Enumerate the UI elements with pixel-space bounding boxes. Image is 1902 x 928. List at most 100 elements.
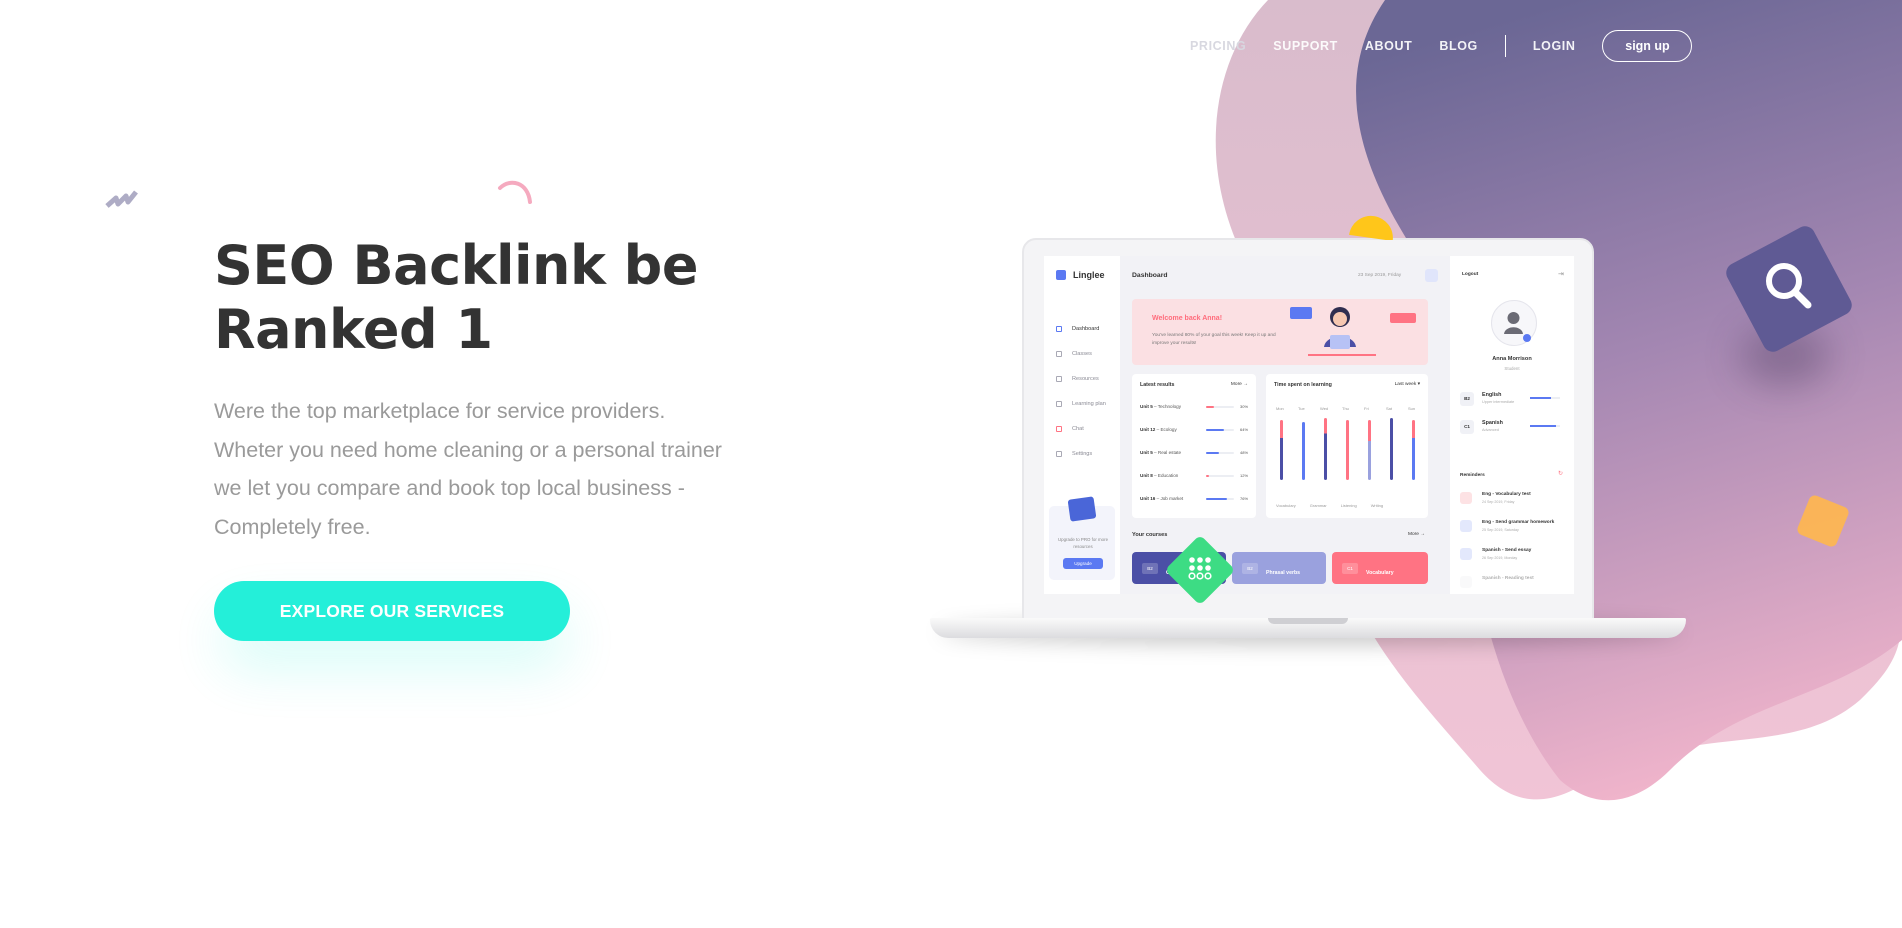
dashboard-nav-dashboard[interactable]: Dashboard [1056,326,1099,332]
dashboard-nav-label: Chat [1072,426,1084,432]
legend-writing: Writing [1370,503,1384,508]
time-bar [1390,418,1393,480]
result-pct: 12% [1240,473,1249,478]
reminder-title: Eng - Send grammar homework [1482,520,1555,525]
course-card[interactable]: C1 Vocabulary [1332,552,1428,584]
reminder-icon [1460,492,1472,504]
logout-icon[interactable]: ⇥ [1558,270,1564,278]
language-bar [1530,425,1556,427]
dashboard-nav-label: Resources [1072,376,1099,382]
welcome-text: You've learned 80% of your goal this wee… [1152,333,1276,346]
zigzag-shape [105,190,138,208]
nav-support[interactable]: SUPPORT [1273,39,1338,53]
result-pct: 48% [1240,450,1249,455]
explore-services-button[interactable]: EXPLORE OUR SERVICES [214,581,570,641]
nav-login[interactable]: LOGIN [1533,39,1576,53]
reminder-icon [1460,548,1472,560]
refresh-icon[interactable]: ↻ [1558,470,1563,477]
upgrade-button[interactable]: Upgrade [1063,558,1103,569]
reminder-title: Spanish - Reading test [1482,576,1534,581]
latest-more-link[interactable]: More → [1231,382,1248,387]
reminders-title: Reminders [1460,473,1485,478]
welcome-title: Welcome back Anna! [1152,315,1223,322]
result-pct: 30% [1240,404,1249,409]
nav-about[interactable]: ABOUT [1365,39,1412,53]
reminder-date: 25 Sep 2019, Saturday [1482,528,1519,532]
latest-results-title: Latest results [1140,382,1175,388]
logout-link[interactable]: Logout [1462,272,1478,277]
course-name: Vocabulary [1366,570,1394,576]
legend-grammar: Grammar [1309,503,1327,508]
nav-pricing[interactable]: PRICING [1190,39,1246,53]
dashboard-date: 23 Sep 2019, Friday [1358,273,1402,278]
day-label: Thu [1342,406,1349,411]
signup-button[interactable]: sign up [1602,30,1693,62]
reminder-item[interactable]: Eng - Vocabulary test 24 Sep 2019, Friday [1460,490,1570,516]
result-row: Unit 12 – Ecology 64% [1140,427,1249,432]
course-card[interactable]: B2 Phrasal verbs [1232,552,1326,584]
hero-title: SEO Backlink be Ranked 1 [214,234,774,362]
top-nav: PRICING SUPPORT ABOUT BLOG LOGIN sign up [1190,29,1693,63]
result-unit: Unit 8 [1140,473,1153,478]
day-label: Sun [1408,406,1416,411]
result-bar [1206,406,1215,408]
hero-text-line2: Wheter you need home cleaning or a perso… [214,437,722,462]
upgrade-illustration [1067,496,1097,522]
time-legend: Vocabulary Grammar Listening Writing [1276,503,1397,508]
reminder-icon [1460,576,1472,588]
hero-text-line3: we let you compare and book top local bu… [214,476,685,500]
dashboard-nav-chat[interactable]: Chat [1056,426,1084,432]
time-bar [1346,420,1349,480]
time-bar [1368,420,1371,480]
dashboard-brand: Linglee [1073,270,1105,280]
hero-text-line4: Completely free. [214,514,371,539]
search-tile [1726,226,1852,352]
result-bar [1206,475,1210,477]
language-name: English [1482,392,1502,398]
result-row: Unit 8 – Education 12% [1140,473,1249,478]
orange-tile [1797,495,1849,547]
day-label: Wed [1320,406,1329,411]
half-circle-shape [1349,215,1393,240]
language-name: Spanish [1482,420,1503,426]
dashboard-nav-classes[interactable]: Classes [1056,351,1092,357]
result-row: Unit 16 – Job market 76% [1140,496,1249,501]
result-topic: Real estate [1157,450,1182,455]
reminder-item[interactable]: Spanish - Reading test [1460,574,1570,594]
time-range-select[interactable]: Last week ▾ [1395,382,1420,387]
profile-name: Anna Morrison [1492,356,1532,362]
result-row: Unit 5 – Technology 30% [1140,404,1249,409]
dashboard-sidebar: Linglee Dashboard Classes Resources Lear… [1044,256,1120,594]
language-level: C1 [1460,420,1474,434]
time-spent-title: Time spent on learning [1274,382,1332,388]
hero-description: Were the top marketplace for service pro… [214,392,754,546]
legend-vocabulary: Vocabulary [1276,503,1296,508]
reminder-item[interactable]: Spanish - Send essay 26 Sep 2019, Monday [1460,546,1570,572]
dashboard-nav-resources[interactable]: Resources [1056,376,1099,382]
courses-more-link[interactable]: More → [1408,532,1425,537]
day-label: Sat [1386,406,1393,411]
result-topic: Education [1157,473,1179,478]
language-sub: Upper intermediate [1482,400,1515,404]
settings-icon [1056,451,1062,457]
more-label: More [1230,382,1242,387]
nav-blog[interactable]: BLOG [1439,39,1478,53]
hero-title-line1: SEO Backlink be [214,234,698,297]
result-bar [1206,429,1224,431]
dashboard-nav-settings[interactable]: Settings [1056,451,1092,457]
result-topic: Technology [1157,404,1182,409]
time-spent-card: Time spent on learning Last week ▾ Mon T… [1266,374,1428,518]
reminder-title: Spanish - Send essay [1482,548,1532,553]
language-row: B2 English Upper intermediate [1460,390,1570,412]
more-label: More [1408,532,1419,537]
result-topic: Job market [1160,496,1184,501]
dashboard-search-icon[interactable] [1425,269,1438,282]
upgrade-text: Upgrade to PRO for more resources [1057,537,1109,549]
language-level: B2 [1460,392,1474,406]
reminder-item[interactable]: Eng - Send grammar homework 25 Sep 2019, … [1460,518,1570,544]
document-icon [1056,376,1062,382]
dashboard-nav-learning-plan[interactable]: Learning plan [1056,401,1106,407]
hero-text-line1: Were the top marketplace for service pro… [214,399,666,423]
day-label: Tue [1298,406,1305,411]
course-level: C1 [1342,563,1358,574]
